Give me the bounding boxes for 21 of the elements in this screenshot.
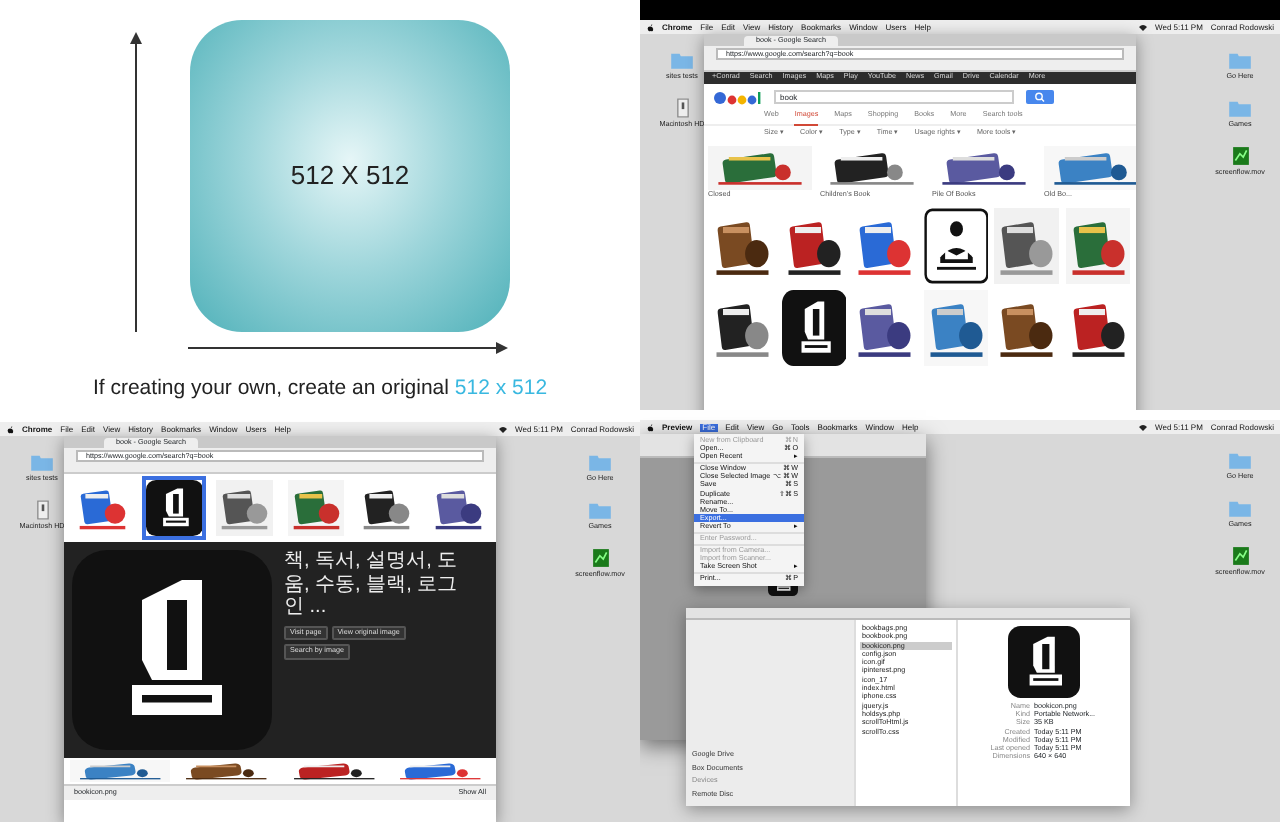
book-icon[interactable] — [781, 290, 846, 366]
drive-icon[interactable] — [673, 98, 691, 118]
wifi-icon — [497, 425, 508, 433]
drive-icon[interactable] — [33, 500, 51, 520]
video-file-icon[interactable] — [591, 548, 609, 568]
size-label: 512 X 512 — [290, 158, 410, 195]
image-title[interactable]: 책, 독서, 설명서, 도움, 수동, 블랙, 로그인 ... — [284, 550, 474, 619]
apple-icon[interactable] — [646, 423, 654, 431]
logo-icon[interactable] — [714, 89, 762, 105]
book-icon[interactable] — [141, 476, 206, 540]
video-file-icon[interactable] — [1231, 146, 1249, 166]
book-icon[interactable] — [1008, 626, 1080, 698]
video-file-icon[interactable] — [1231, 546, 1249, 566]
wifi-icon — [1137, 23, 1148, 31]
apple-icon[interactable] — [646, 23, 654, 31]
search-button[interactable] — [1026, 90, 1054, 104]
book-icon[interactable] — [72, 550, 272, 750]
reader-icon[interactable] — [923, 208, 988, 284]
wifi-icon — [1137, 423, 1148, 431]
caption-text: If creating your own, create an original 512 x 512 — [92, 374, 548, 404]
apple-icon[interactable] — [6, 425, 14, 433]
